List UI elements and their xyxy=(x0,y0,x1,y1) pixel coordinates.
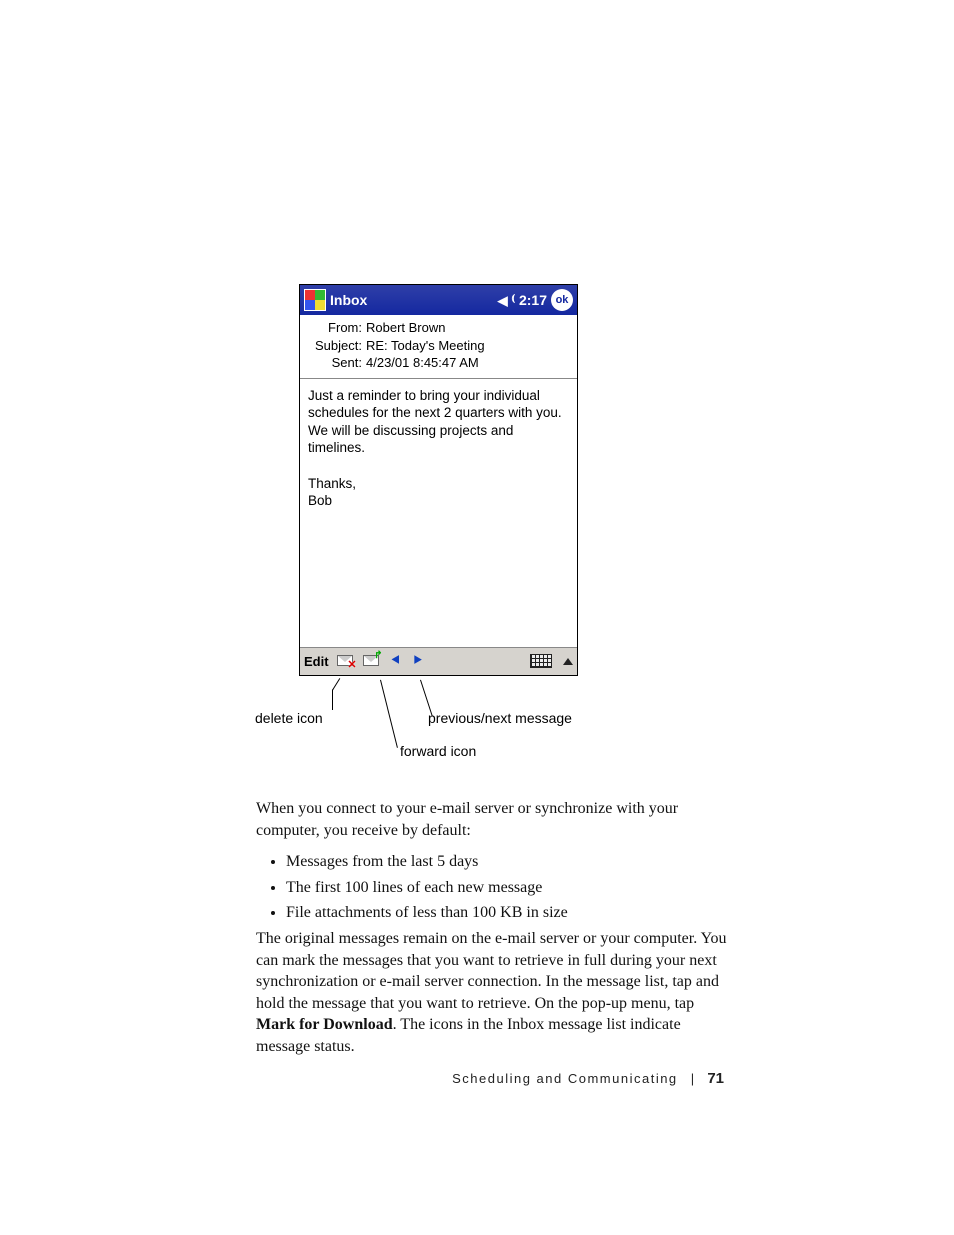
sip-up-icon[interactable] xyxy=(563,658,573,665)
message-body: Just a reminder to bring your individual… xyxy=(300,379,577,647)
edit-menu[interactable]: Edit xyxy=(304,654,329,669)
bullet-item: Messages from the last 5 days xyxy=(286,851,736,873)
leader-line xyxy=(332,690,333,710)
from-label: From: xyxy=(306,319,362,337)
page-footer: Scheduling and Communicating | 71 xyxy=(0,1070,954,1087)
previous-icon[interactable]: ⯇ xyxy=(389,652,403,669)
next-icon[interactable]: ⯈ xyxy=(411,652,425,669)
leader-line xyxy=(332,678,340,690)
speaker-icon[interactable]: ◀ xyxy=(498,294,508,307)
start-icon[interactable] xyxy=(304,289,326,311)
ok-button-label: ok xyxy=(556,294,569,306)
subject-value: RE: Today's Meeting xyxy=(366,337,571,355)
app-title: Inbox xyxy=(330,292,367,308)
sound-waves-icon: ⦅ xyxy=(512,294,515,304)
leader-line xyxy=(420,680,433,716)
forward-icon[interactable]: ↱ xyxy=(363,653,381,669)
delete-icon[interactable]: ✕ xyxy=(337,653,355,669)
bullet-item: File attachments of less than 100 KB in … xyxy=(286,902,736,924)
keyboard-icon[interactable] xyxy=(530,654,552,668)
page-number: 71 xyxy=(707,1070,724,1087)
bullet-list: Messages from the last 5 days The first … xyxy=(286,851,736,924)
clock-time: 2:17 xyxy=(519,292,547,308)
body-para-1: Just a reminder to bring your individual… xyxy=(308,387,569,457)
callout-forward: forward icon xyxy=(400,743,476,759)
sent-label: Sent: xyxy=(306,354,362,372)
ok-button[interactable]: ok xyxy=(551,289,573,311)
footer-section: Scheduling and Communicating xyxy=(452,1071,678,1086)
body-paragraph-1: When you connect to your e-mail server o… xyxy=(256,798,736,934)
sent-value: 4/23/01 8:45:47 AM xyxy=(366,354,571,372)
callout-prevnext: previous/next message xyxy=(428,710,572,726)
menu-bar: Edit ✕ ↱ ⯇ ⯈ xyxy=(300,647,577,675)
from-value: Robert Brown xyxy=(366,319,571,337)
leader-line xyxy=(380,680,398,748)
body-paragraph-2: The original messages remain on the e-ma… xyxy=(256,928,736,1058)
body-para-2: Thanks, xyxy=(308,475,569,493)
message-header: From: Robert Brown Subject: RE: Today's … xyxy=(300,315,577,379)
callout-delete: delete icon xyxy=(255,710,323,726)
body-para-3: Bob xyxy=(308,492,569,510)
bullet-item: The first 100 lines of each new message xyxy=(286,877,736,899)
title-bar: Inbox ◀ ⦅ 2:17 ok xyxy=(300,285,577,315)
subject-label: Subject: xyxy=(306,337,362,355)
pocketpc-screenshot: Inbox ◀ ⦅ 2:17 ok From: Robert Brown Subj… xyxy=(299,284,578,676)
